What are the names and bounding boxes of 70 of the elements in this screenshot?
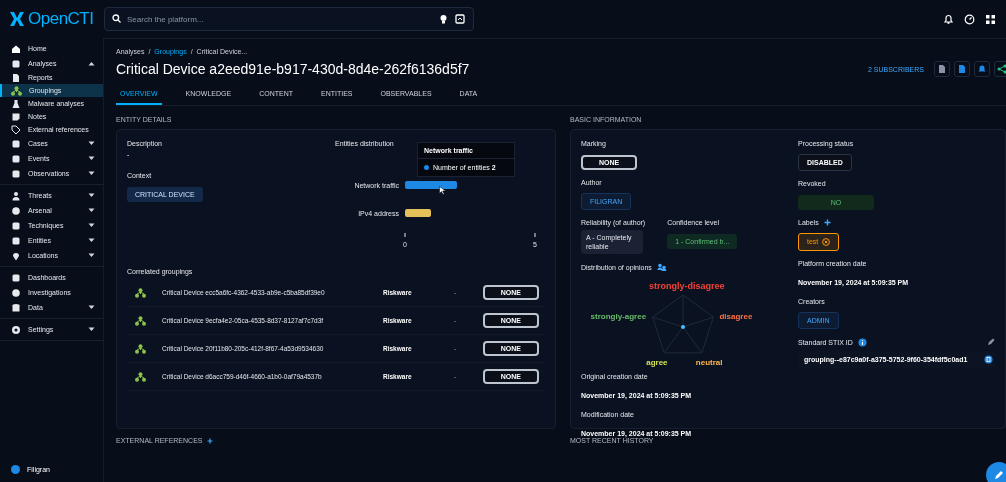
house-icon bbox=[11, 43, 21, 54]
gauge-icon[interactable] bbox=[964, 13, 975, 25]
square-icon bbox=[11, 168, 21, 179]
toolbar-button[interactable] bbox=[934, 61, 950, 77]
logo-dot-icon bbox=[11, 465, 20, 474]
opinion-label: agree bbox=[646, 358, 668, 368]
chevron-down-icon[interactable] bbox=[88, 327, 95, 332]
circle-icon bbox=[11, 287, 21, 298]
tag-icon bbox=[11, 124, 21, 135]
hierarchy-icon bbox=[135, 371, 146, 382]
bulb-icon[interactable] bbox=[439, 14, 448, 24]
opinion-label: strongly-disagree bbox=[649, 281, 725, 292]
x-logo-icon bbox=[8, 11, 26, 27]
opinion-label: neutral bbox=[695, 358, 723, 368]
chevron-down-icon[interactable] bbox=[88, 305, 95, 310]
flask-icon bbox=[11, 98, 21, 109]
hierarchy-icon bbox=[135, 343, 146, 354]
hierarchy-icon bbox=[135, 315, 146, 326]
copy-icon[interactable] bbox=[984, 354, 993, 364]
search-icon bbox=[112, 14, 121, 23]
square-icon bbox=[11, 235, 21, 246]
plus-icon[interactable] bbox=[207, 437, 214, 444]
chevron-down-icon[interactable] bbox=[88, 238, 95, 243]
circle-icon bbox=[11, 205, 21, 216]
opinion-label: disagree bbox=[719, 312, 753, 322]
cursor-icon bbox=[439, 186, 446, 195]
document-icon bbox=[11, 72, 21, 83]
search-field[interactable]: Search the platform... bbox=[104, 7, 474, 31]
person-icon bbox=[11, 190, 21, 201]
square-icon bbox=[11, 220, 21, 231]
toolbar-button[interactable] bbox=[994, 61, 1006, 77]
square-icon bbox=[11, 58, 21, 69]
bell-icon[interactable] bbox=[943, 13, 954, 25]
note-icon bbox=[11, 111, 21, 122]
hierarchy-icon bbox=[11, 85, 22, 96]
file-icon bbox=[957, 64, 967, 74]
square-icon bbox=[11, 138, 21, 149]
chevron-down-icon[interactable] bbox=[88, 156, 95, 161]
chevron-down-icon[interactable] bbox=[88, 141, 95, 146]
info-icon bbox=[857, 337, 867, 347]
data-point bbox=[681, 325, 685, 330]
document-icon bbox=[937, 64, 947, 74]
plus-icon[interactable] bbox=[823, 219, 831, 226]
pin-icon bbox=[11, 250, 21, 261]
close-icon[interactable] bbox=[822, 237, 831, 246]
chevron-down-icon[interactable] bbox=[88, 193, 95, 198]
grid-icon[interactable] bbox=[985, 13, 996, 25]
bell-icon bbox=[977, 64, 987, 74]
image-icon[interactable] bbox=[455, 14, 465, 24]
people-icon[interactable] bbox=[656, 263, 667, 272]
database-icon bbox=[11, 302, 21, 313]
radar-grid bbox=[652, 294, 714, 354]
page-title: Critical Device a2eed91e-b917-430d-8d4e-262f6136d5f7 bbox=[116, 61, 471, 77]
chevron-down-icon[interactable] bbox=[88, 253, 95, 258]
logo-text: OpenCTI bbox=[28, 9, 94, 29]
hierarchy-icon bbox=[135, 287, 146, 298]
share-icon bbox=[997, 64, 1006, 74]
series-dot bbox=[424, 165, 429, 170]
square-icon bbox=[11, 272, 21, 283]
chevron-down-icon[interactable] bbox=[88, 208, 95, 213]
gear-icon bbox=[11, 324, 21, 335]
pencil-icon[interactable] bbox=[987, 338, 995, 346]
chevron-down-icon[interactable] bbox=[88, 171, 95, 176]
chevron-down-icon[interactable] bbox=[88, 223, 95, 228]
toolbar-button[interactable] bbox=[974, 61, 990, 77]
pencil-icon bbox=[993, 469, 1005, 481]
square-icon bbox=[11, 153, 21, 164]
opinion-label: strongly-agree bbox=[590, 312, 647, 322]
toolbar-button[interactable] bbox=[954, 61, 970, 77]
chevron-up-icon[interactable] bbox=[88, 61, 95, 66]
